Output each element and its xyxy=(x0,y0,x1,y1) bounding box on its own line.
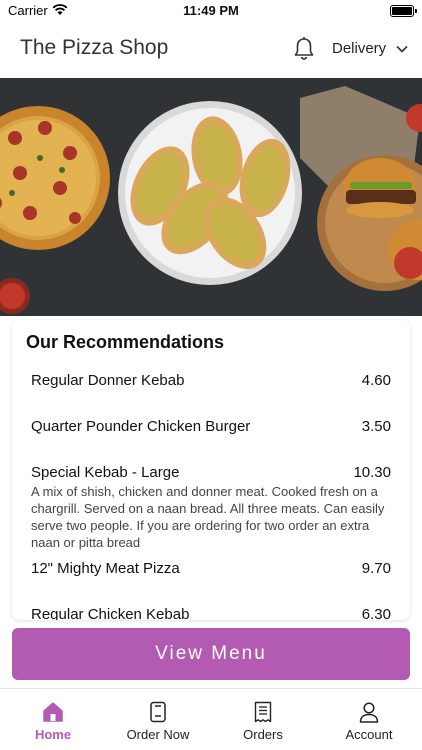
status-bar: Carrier 11:49 PM xyxy=(0,0,422,22)
item-price: 6.30 xyxy=(361,606,391,620)
battery-icon xyxy=(390,5,417,17)
home-icon xyxy=(43,702,63,722)
bottom-tab-bar: Home Order Now Orders Account xyxy=(0,688,422,750)
recommendation-item[interactable]: Special Kebab - Large 10.30 A mix of shi… xyxy=(31,464,391,551)
recommendation-item[interactable]: 12" Mighty Meat Pizza 9.70 xyxy=(31,560,391,577)
tab-account-label: Account xyxy=(345,727,393,742)
recommendations-card: Our Recommendations Regular Donner Kebab… xyxy=(12,320,410,620)
tab-order-now[interactable]: Order Now xyxy=(113,701,203,742)
chevron-down-icon xyxy=(396,45,408,53)
tab-orders-label: Orders xyxy=(243,727,283,742)
delivery-selector[interactable]: Delivery xyxy=(332,40,408,57)
tab-home-label: Home xyxy=(34,727,72,742)
tab-orders[interactable]: Orders xyxy=(218,701,308,742)
item-price: 9.70 xyxy=(361,560,391,577)
order-now-icon xyxy=(150,701,166,723)
bell-icon[interactable] xyxy=(292,36,316,62)
view-menu-button[interactable]: View Menu xyxy=(12,628,410,680)
item-price: 10.30 xyxy=(353,464,391,481)
tab-account[interactable]: Account xyxy=(324,701,414,742)
hero-food-image xyxy=(0,78,422,316)
item-name: Regular Chicken Kebab xyxy=(31,606,190,620)
shop-title: The Pizza Shop xyxy=(20,36,169,59)
orders-receipt-icon xyxy=(254,701,272,723)
tab-home[interactable]: Home xyxy=(8,701,98,742)
delivery-label: Delivery xyxy=(332,40,387,57)
status-time: 11:49 PM xyxy=(183,3,239,18)
item-price: 4.60 xyxy=(361,372,391,389)
item-name: Special Kebab - Large xyxy=(31,464,180,481)
item-name: 12" Mighty Meat Pizza xyxy=(31,560,180,577)
recommendation-item[interactable]: Quarter Pounder Chicken Burger 3.50 xyxy=(31,418,391,435)
recommendations-title: Our Recommendations xyxy=(26,332,225,352)
item-name: Regular Donner Kebab xyxy=(31,372,185,389)
item-price: 3.50 xyxy=(361,418,391,435)
recommendation-item[interactable]: Regular Donner Kebab 4.60 xyxy=(31,372,391,389)
app-header: The Pizza Shop Delivery xyxy=(0,22,422,78)
recommendation-item[interactable]: Regular Chicken Kebab 6.30 xyxy=(31,606,391,620)
item-description: A mix of shish, chicken and donner meat.… xyxy=(31,484,385,550)
item-name: Quarter Pounder Chicken Burger xyxy=(31,418,251,435)
tab-order-now-label: Order Now xyxy=(126,727,190,742)
account-icon xyxy=(359,702,379,723)
